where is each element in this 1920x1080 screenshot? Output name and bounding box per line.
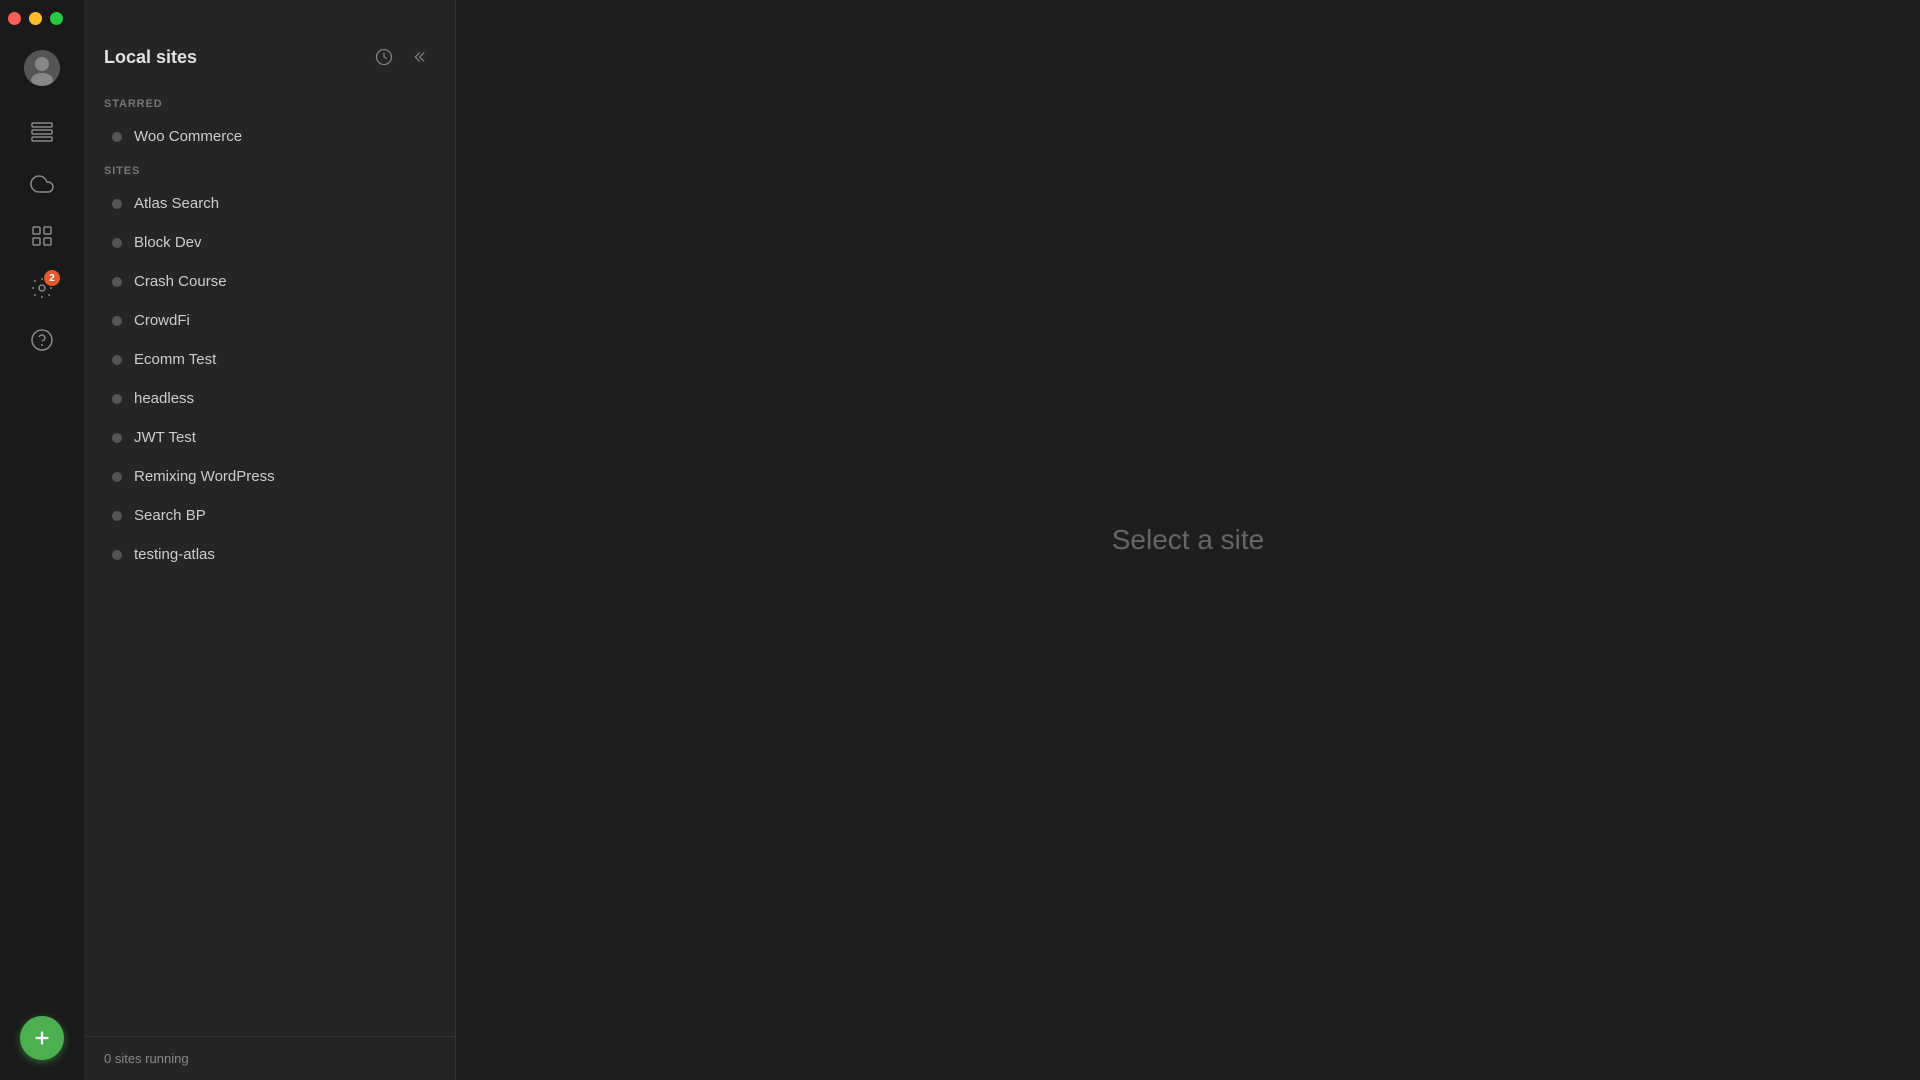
collapse-button[interactable] [409,44,435,70]
list-item[interactable]: Crash Course [92,263,447,300]
sites-label: Sites [84,157,455,183]
sites-panel-content: Starred Woo Commerce Sites Atlas Search … [84,82,455,1036]
status-dot [112,277,122,287]
site-name: Crash Course [134,273,227,290]
list-item[interactable]: Atlas Search [92,185,447,222]
status-dot [112,132,122,142]
add-site-button[interactable] [20,1016,64,1060]
icon-sidebar: 2 [0,0,84,1080]
status-dot [112,316,122,326]
sites-icon[interactable] [20,110,64,154]
list-item[interactable]: Ecomm Test [92,341,447,378]
status-dot [112,355,122,365]
sites-panel-title: Local sites [104,47,197,68]
sites-panel-header: Local sites [84,30,455,82]
list-item[interactable]: testing-atlas [92,536,447,573]
list-item[interactable]: JWT Test [92,419,447,456]
list-item[interactable]: headless [92,380,447,417]
list-item[interactable]: CrowdFi [92,302,447,339]
site-name: JWT Test [134,429,196,446]
maximize-button[interactable] [50,12,63,25]
avatar-icon[interactable] [24,50,60,86]
help-icon[interactable] [20,318,64,362]
cloud-icon[interactable] [20,162,64,206]
sites-panel: Local sites Starred Woo Commerce [84,0,456,1080]
minimize-button[interactable] [29,12,42,25]
settings-icon[interactable]: 2 [20,266,64,310]
site-name: headless [134,390,194,407]
list-item[interactable]: Block Dev [92,224,447,261]
status-dot [112,394,122,404]
status-dot [112,433,122,443]
site-name: Atlas Search [134,195,219,212]
site-name: CrowdFi [134,312,190,329]
site-name: testing-atlas [134,546,215,563]
list-item[interactable]: Remixing WordPress [92,458,447,495]
site-name: Woo Commerce [134,128,242,145]
select-site-text: Select a site [1112,524,1265,556]
window-controls [0,0,84,36]
status-dot [112,472,122,482]
settings-badge: 2 [44,270,60,286]
blueprints-icon[interactable] [20,214,64,258]
list-item[interactable]: Woo Commerce [92,118,447,155]
starred-label: Starred [84,90,455,116]
close-button[interactable] [8,12,21,25]
header-icons [371,44,435,70]
sidebar-bottom [20,1016,64,1060]
site-name: Search BP [134,507,206,524]
site-name: Block Dev [134,234,202,251]
status-dot [112,511,122,521]
sites-panel-footer: 0 sites running [84,1036,455,1080]
main-content: Select a site [456,0,1920,1080]
list-item[interactable]: Search BP [92,497,447,534]
status-dot [112,550,122,560]
site-name: Remixing WordPress [134,468,275,485]
status-dot [112,238,122,248]
status-dot [112,199,122,209]
history-button[interactable] [371,44,397,70]
site-name: Ecomm Test [134,351,216,368]
